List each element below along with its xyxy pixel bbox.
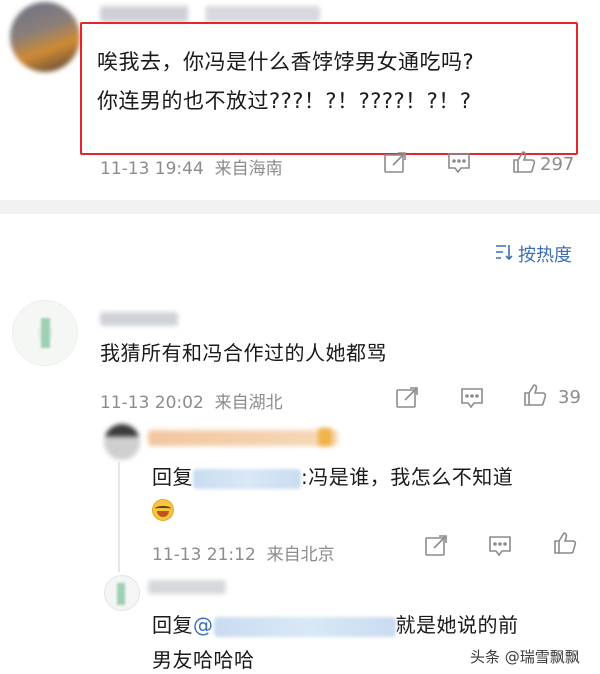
comment-meta: 11-13 19:44 来自海南: [100, 154, 283, 179]
sort-icon: [494, 243, 514, 266]
comment-text-line: 唉我去，你冯是什么香饽饽男女通吃吗?: [97, 50, 475, 74]
comment-location: 来自海南: [214, 159, 283, 179]
mention-at: @: [193, 613, 214, 637]
sort-label: 按热度: [518, 245, 572, 266]
reply-thread-line: [118, 462, 120, 572]
reply-body: 就是她说的前: [395, 613, 519, 637]
mention-blurred[interactable]: [213, 616, 396, 637]
reply-text-line: 回复@ 就是她说的前: [152, 610, 519, 640]
avatar-mark: [41, 318, 50, 348]
reply-meta: 11-13 21:12 来自北京: [152, 540, 335, 565]
reply-text: 回复 :冯是谁，我怎么不知道: [152, 462, 513, 492]
reply-prefix: 回复: [152, 465, 193, 489]
username-blurred[interactable]: [148, 430, 338, 446]
avatar-mark: [117, 583, 125, 605]
like-icon[interactable]: [523, 384, 547, 406]
sort-by-heat-button[interactable]: 按热度: [494, 241, 572, 267]
mention-blurred[interactable]: [193, 468, 301, 489]
reply-prefix: 回复: [152, 613, 193, 637]
comment-icon[interactable]: [460, 387, 484, 409]
reply-body: :冯是谁，我怎么不知道: [301, 465, 514, 489]
comment-time: 11-13 20:02: [100, 393, 204, 413]
comment-text: 我猜所有和冯合作过的人她都骂: [100, 341, 387, 365]
like-count: 39: [558, 387, 581, 408]
share-icon[interactable]: [424, 535, 448, 557]
username-blurred[interactable]: [148, 580, 226, 594]
share-icon[interactable]: [395, 387, 419, 409]
like-count: 297: [540, 154, 575, 175]
like-icon[interactable]: [512, 151, 536, 173]
avatar[interactable]: [10, 2, 80, 72]
user-badge: [318, 428, 332, 446]
username-blurred[interactable]: [100, 312, 178, 326]
comment-text-line: 你连男的也不放过???！?！????！?！?: [97, 89, 472, 113]
comment-icon[interactable]: [447, 152, 471, 174]
reply-time: 11-13 21:12: [152, 545, 256, 565]
reply-location: 来自北京: [266, 545, 335, 565]
like-icon[interactable]: [553, 532, 577, 554]
avatar[interactable]: [104, 424, 140, 460]
laughing-emoji-icon: [152, 499, 174, 521]
comment-icon[interactable]: [488, 535, 512, 557]
share-icon[interactable]: [383, 152, 407, 174]
watermark: 头条 @瑞雪飘飘: [470, 648, 580, 666]
comment-time: 11-13 19:44: [100, 159, 204, 179]
comment-meta: 11-13 20:02 来自湖北: [100, 388, 283, 413]
comment-location: 来自湖北: [214, 393, 283, 413]
username-blurred[interactable]: [100, 6, 320, 22]
section-divider: [0, 200, 600, 214]
reply-text-line: 男友哈哈哈: [152, 648, 255, 672]
